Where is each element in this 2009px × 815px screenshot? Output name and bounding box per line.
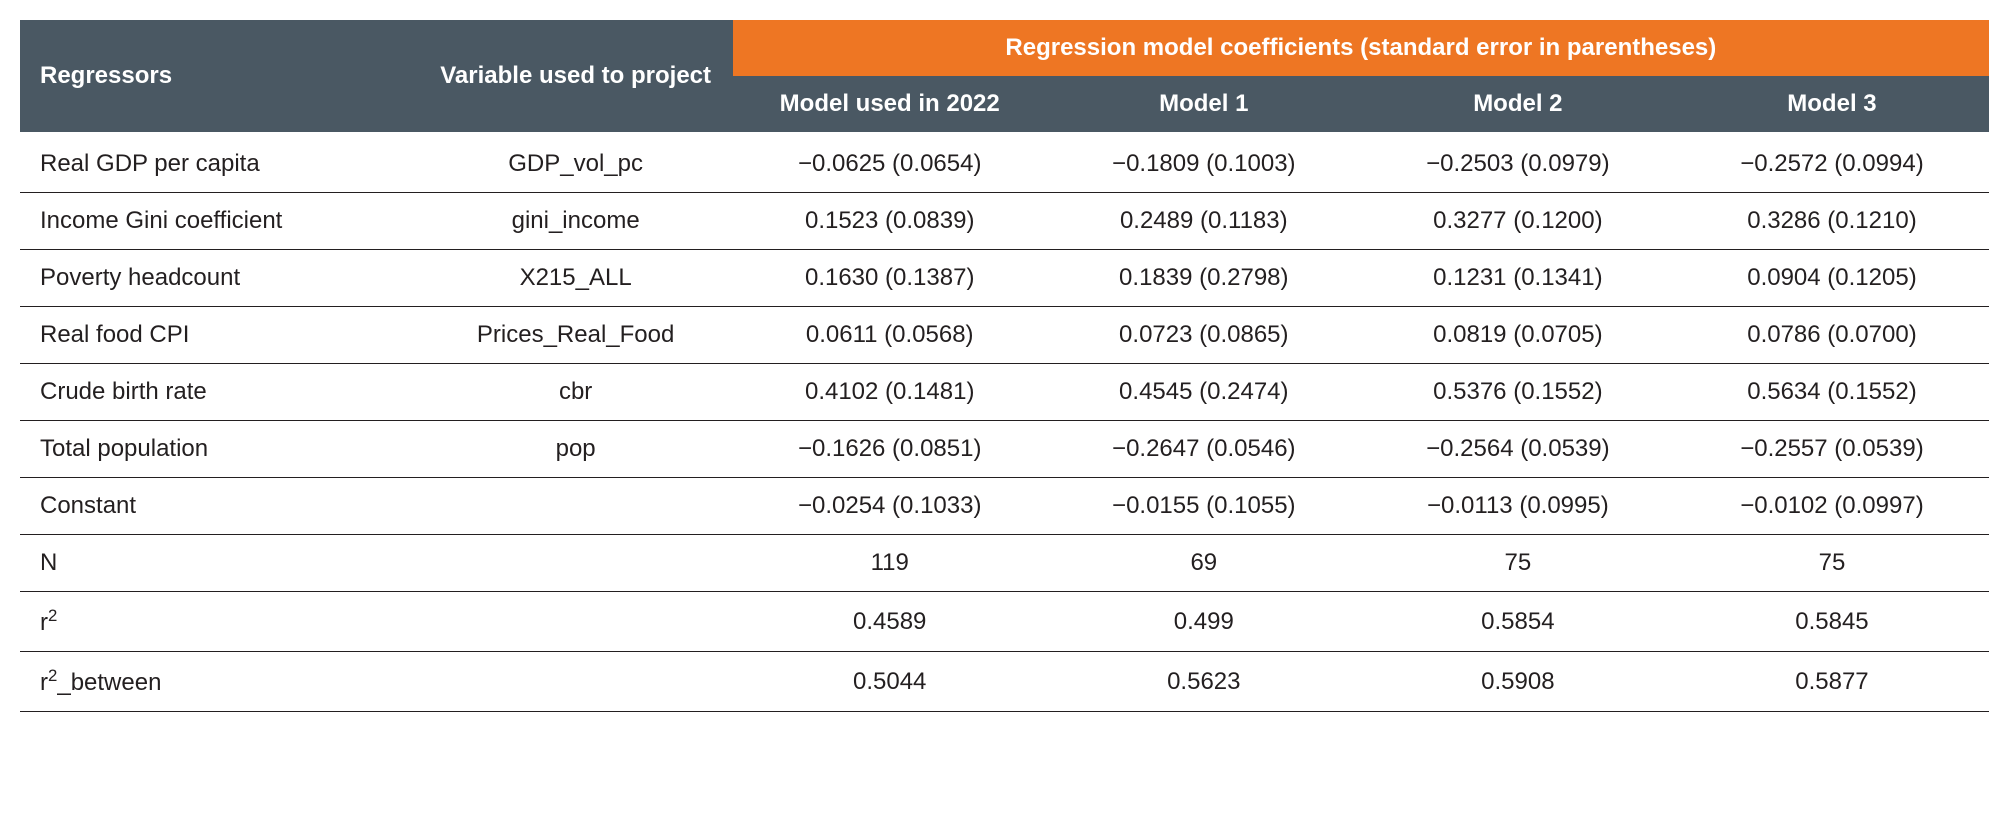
col-header-regressors: Regressors	[20, 20, 413, 132]
col-header-model-1: Model 1	[1047, 76, 1361, 132]
cell-value: 69	[1047, 535, 1361, 592]
cell-value: −0.1809 (0.1003)	[1047, 132, 1361, 193]
cell-value: 0.4589	[733, 592, 1047, 652]
cell-value: 0.5044	[733, 652, 1047, 712]
cell-value: −0.2503 (0.0979)	[1361, 132, 1675, 193]
cell-value: 0.0904 (0.1205)	[1675, 250, 1989, 307]
table-row: Real GDP per capita GDP_vol_pc −0.0625 (…	[20, 132, 1989, 193]
cell-value: 0.5623	[1047, 652, 1361, 712]
cell-value: 0.4102 (0.1481)	[733, 364, 1047, 421]
cell-blank	[419, 535, 733, 592]
cell-stat-label: r2_between	[20, 652, 413, 712]
table-row: Constant −0.0254 (0.1033) −0.0155 (0.105…	[20, 478, 1989, 535]
col-header-model-3: Model 3	[1675, 76, 1989, 132]
col-header-variable: Variable used to project	[419, 20, 733, 132]
col-header-model-2022: Model used in 2022	[733, 76, 1047, 132]
cell-regressor: Income Gini coefficient	[20, 193, 413, 250]
cell-value: 0.4545 (0.2474)	[1047, 364, 1361, 421]
cell-value: 0.5877	[1675, 652, 1989, 712]
cell-blank	[419, 652, 733, 712]
cell-variable: cbr	[419, 364, 733, 421]
cell-value: 0.0611 (0.0568)	[733, 307, 1047, 364]
cell-variable: Prices_Real_Food	[419, 307, 733, 364]
table-row: Income Gini coefficient gini_income 0.15…	[20, 193, 1989, 250]
table-row: Total population pop −0.1626 (0.0851) −0…	[20, 421, 1989, 478]
table-body: Real GDP per capita GDP_vol_pc −0.0625 (…	[20, 132, 1989, 712]
cell-value: 0.499	[1047, 592, 1361, 652]
cell-value: 0.1630 (0.1387)	[733, 250, 1047, 307]
cell-value: 75	[1361, 535, 1675, 592]
cell-value: −0.1626 (0.0851)	[733, 421, 1047, 478]
cell-value: 0.1231 (0.1341)	[1361, 250, 1675, 307]
cell-regressor: Total population	[20, 421, 413, 478]
cell-value: 0.5634 (0.1552)	[1675, 364, 1989, 421]
cell-value: 0.0723 (0.0865)	[1047, 307, 1361, 364]
cell-value: 0.1839 (0.2798)	[1047, 250, 1361, 307]
cell-variable: X215_ALL	[419, 250, 733, 307]
regression-table: Regressors Variable used to project Regr…	[20, 20, 1989, 712]
cell-stat-label: r2	[20, 592, 413, 652]
cell-value: 0.2489 (0.1183)	[1047, 193, 1361, 250]
cell-value: 0.5376 (0.1552)	[1361, 364, 1675, 421]
cell-value: 119	[733, 535, 1047, 592]
table-header: Regressors Variable used to project Regr…	[20, 20, 1989, 132]
table-row: Poverty headcount X215_ALL 0.1630 (0.138…	[20, 250, 1989, 307]
cell-value: 0.0786 (0.0700)	[1675, 307, 1989, 364]
cell-regressor: Constant	[20, 478, 413, 535]
cell-value: 0.3277 (0.1200)	[1361, 193, 1675, 250]
cell-value: −0.0625 (0.0654)	[733, 132, 1047, 193]
table-row-stat-r2: r2 0.4589 0.499 0.5854 0.5845	[20, 592, 1989, 652]
cell-regressor: Poverty headcount	[20, 250, 413, 307]
cell-value: −0.2572 (0.0994)	[1675, 132, 1989, 193]
table-row: Crude birth rate cbr 0.4102 (0.1481) 0.4…	[20, 364, 1989, 421]
cell-value: −0.0102 (0.0997)	[1675, 478, 1989, 535]
col-header-spanner: Regression model coefficients (standard …	[733, 20, 1989, 76]
cell-value: 0.1523 (0.0839)	[733, 193, 1047, 250]
cell-value: 75	[1675, 535, 1989, 592]
cell-regressor: Real food CPI	[20, 307, 413, 364]
cell-value: 0.5854	[1361, 592, 1675, 652]
table-row-stat-n: N 119 69 75 75	[20, 535, 1989, 592]
cell-value: −0.2564 (0.0539)	[1361, 421, 1675, 478]
cell-variable: gini_income	[419, 193, 733, 250]
cell-value: 0.3286 (0.1210)	[1675, 193, 1989, 250]
cell-value: −0.2647 (0.0546)	[1047, 421, 1361, 478]
cell-value: 0.0819 (0.0705)	[1361, 307, 1675, 364]
cell-value: −0.0113 (0.0995)	[1361, 478, 1675, 535]
cell-value: −0.0254 (0.1033)	[733, 478, 1047, 535]
cell-variable: GDP_vol_pc	[419, 132, 733, 193]
cell-value: 0.5908	[1361, 652, 1675, 712]
cell-regressor: Crude birth rate	[20, 364, 413, 421]
cell-variable: pop	[419, 421, 733, 478]
cell-stat-label: N	[20, 535, 413, 592]
table-row-stat-r2-between: r2_between 0.5044 0.5623 0.5908 0.5877	[20, 652, 1989, 712]
table-row: Real food CPI Prices_Real_Food 0.0611 (0…	[20, 307, 1989, 364]
cell-value: 0.5845	[1675, 592, 1989, 652]
cell-variable	[419, 478, 733, 535]
cell-value: −0.2557 (0.0539)	[1675, 421, 1989, 478]
cell-regressor: Real GDP per capita	[20, 132, 413, 193]
cell-value: −0.0155 (0.1055)	[1047, 478, 1361, 535]
cell-blank	[419, 592, 733, 652]
col-header-model-2: Model 2	[1361, 76, 1675, 132]
